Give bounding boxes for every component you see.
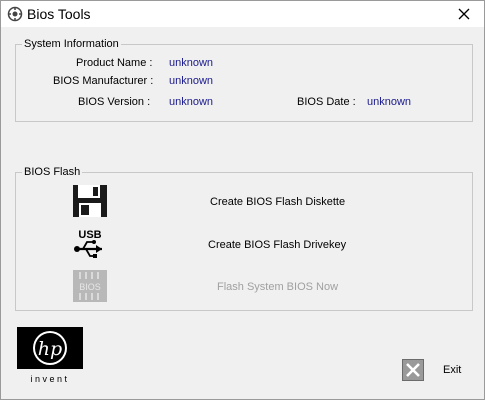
exit-label[interactable]: Exit (443, 364, 461, 376)
product-name-label: Product Name : (76, 57, 153, 69)
bios-tools-window: Bios Tools System Information Product Na… (0, 0, 485, 400)
bios-date-label: BIOS Date : (297, 96, 356, 108)
bios-chip-icon: BIOS (72, 269, 108, 303)
usb-icon-text: USB (78, 229, 101, 241)
hp-logo-tagline: invent (30, 374, 69, 384)
create-flash-drivekey-button[interactable]: Create BIOS Flash Drivekey (208, 238, 346, 252)
bios-chip-icon-text: BIOS (79, 282, 101, 292)
product-name-value: unknown (169, 57, 214, 69)
usb-icon[interactable]: USB (72, 226, 108, 260)
bios-date-value: unknown (367, 96, 412, 108)
title-bar: Bios Tools (1, 1, 484, 27)
floppy-disk-icon[interactable] (72, 184, 108, 218)
bios-manufacturer-value: unknown (169, 75, 214, 87)
bios-version-value: unknown (169, 96, 214, 108)
close-icon (458, 8, 470, 20)
bios-version-label: BIOS Version : (78, 96, 151, 108)
hp-logo: hp invent (17, 327, 83, 385)
bios-flash-legend: BIOS Flash (22, 165, 83, 179)
close-button[interactable] (444, 1, 484, 27)
app-icon (7, 6, 23, 22)
flash-system-bios-now-button: Flash System BIOS Now (217, 281, 339, 293)
window-title: Bios Tools (27, 6, 91, 22)
create-flash-diskette-button[interactable]: Create BIOS Flash Diskette (210, 195, 345, 209)
bios-manufacturer-label: BIOS Manufacturer : (53, 75, 154, 87)
hp-logo-brand: hp (38, 338, 62, 360)
system-information-legend: System Information (22, 37, 121, 51)
exit-icon (402, 359, 424, 381)
